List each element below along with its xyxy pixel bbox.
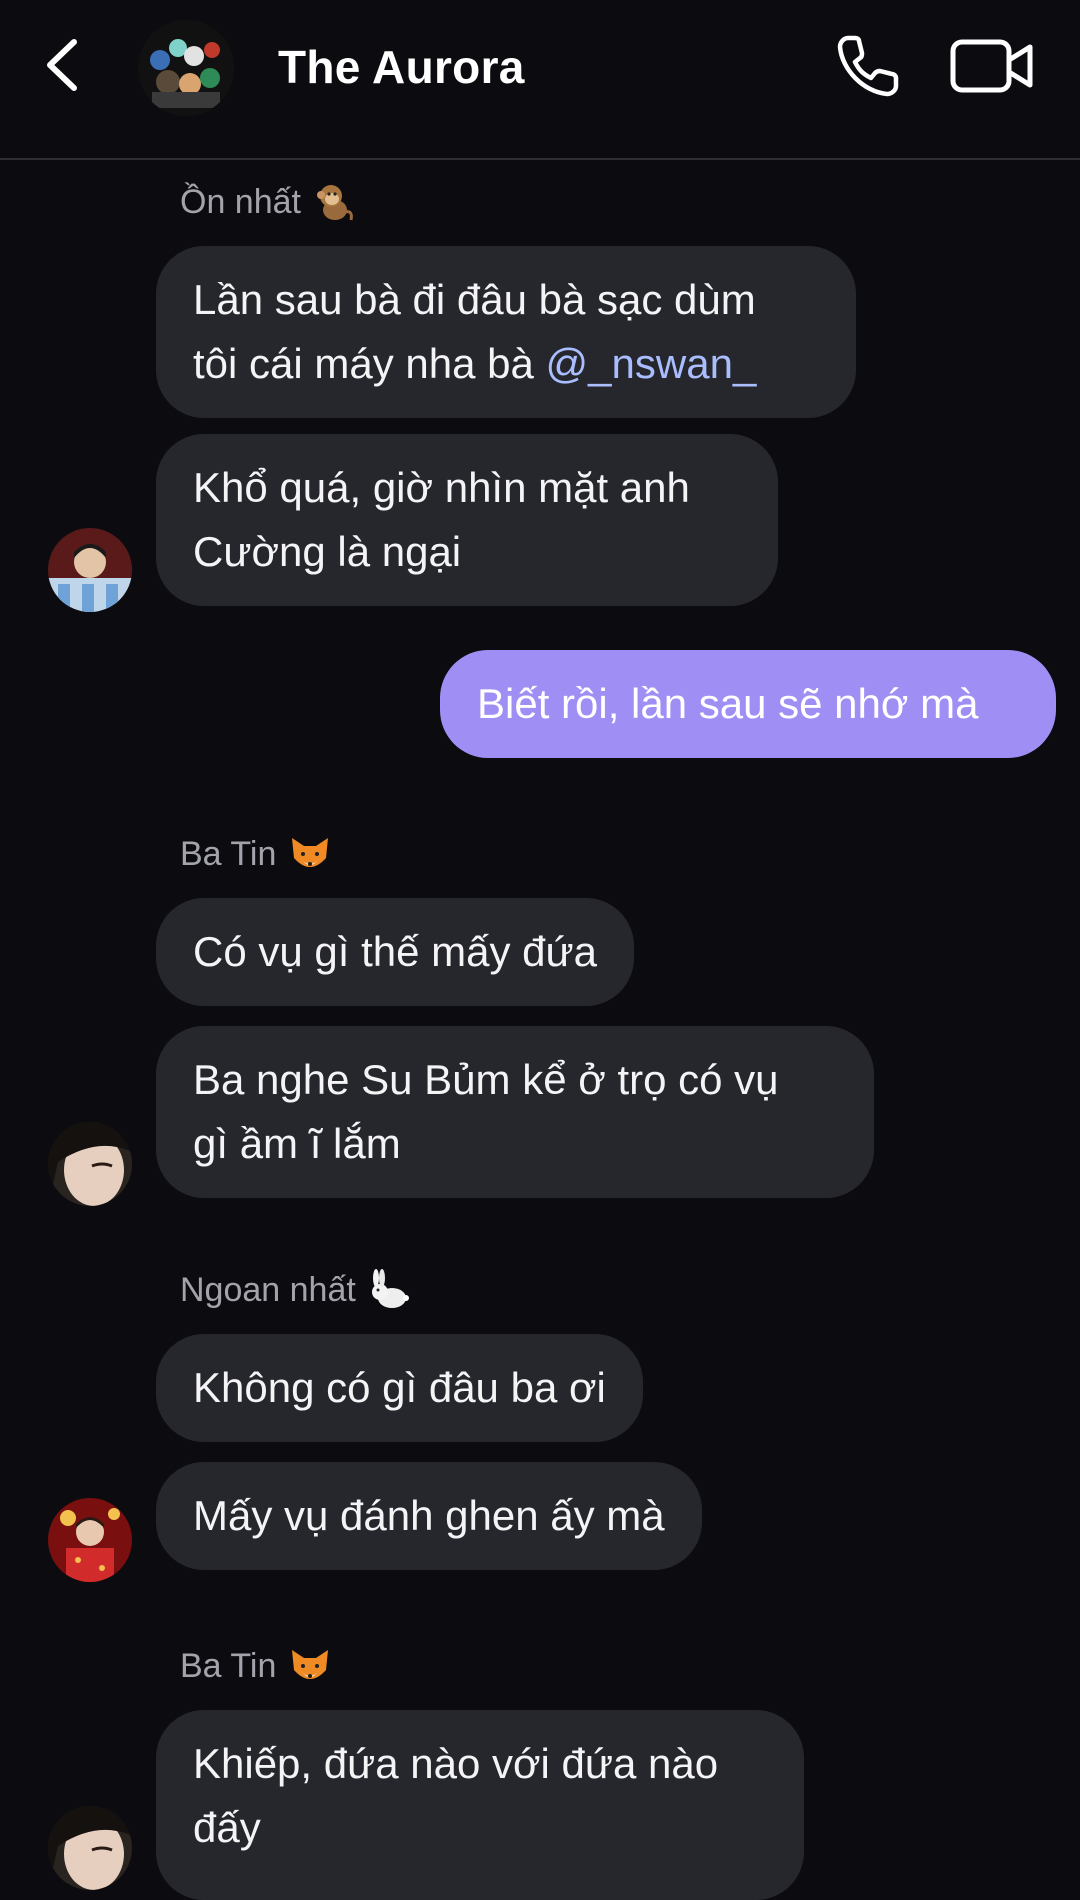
message-text: gì ầm ĩ lắm (193, 1120, 401, 1167)
group-avatar[interactable] (138, 20, 234, 116)
message-bubble[interactable]: Có vụ gì thế mấy đứa (156, 898, 634, 1006)
message-text: Có vụ gì thế mấy đứa (193, 928, 597, 975)
fox-emoji-icon (292, 838, 329, 867)
back-button[interactable] (40, 30, 90, 100)
message-text: Khổ quá, giờ nhìn mặt anh (193, 464, 690, 511)
sender-name: Ba Tin (180, 832, 332, 876)
video-call-button[interactable] (950, 36, 1034, 96)
phone-icon (837, 35, 899, 97)
message-text: tôi cái máy nha bà @_nswan_ (193, 340, 757, 387)
avatar[interactable] (48, 1122, 132, 1206)
message-text: Khiếp, đứa nào với đứa nào (193, 1740, 719, 1787)
chevron-left-icon (47, 39, 77, 91)
sender-name: Ba Tin (180, 1644, 332, 1688)
message-text: Cường là ngại (193, 528, 462, 575)
message-bubble[interactable]: Lần sau bà đi đâu bà sạc dùm tôi cái máy… (156, 246, 856, 418)
message-text: Biết rồi, lần sau sẽ nhớ mà (477, 680, 979, 727)
sender-name: Ngoan nhất (180, 1268, 412, 1312)
message-bubble[interactable]: Khổ quá, giờ nhìn mặt anh Cường là ngại (156, 434, 778, 606)
sender-name: Ồn nhất (180, 180, 357, 224)
chat-header: The Aurora (0, 0, 1080, 160)
message-text: Mấy vụ đánh ghen ấy mà (193, 1492, 665, 1539)
message-text: Lần sau bà đi đâu bà sạc dùm (193, 276, 756, 323)
chat-title[interactable]: The Aurora (278, 40, 525, 94)
rabbit-emoji-icon (371, 1269, 409, 1308)
video-camera-icon (950, 39, 1033, 93)
message-bubble[interactable]: Khiếp, đứa nào với đứa nào đấy (156, 1710, 804, 1900)
voice-call-button[interactable] (834, 30, 904, 100)
message-text: Ba nghe Su Bủm kể ở trọ có vụ (193, 1056, 779, 1103)
message-bubble[interactable]: Ba nghe Su Bủm kể ở trọ có vụ gì ầm ĩ lắ… (156, 1026, 874, 1198)
message-bubble[interactable]: Mấy vụ đánh ghen ấy mà (156, 1462, 702, 1570)
avatar[interactable] (48, 1806, 132, 1890)
monkey-emoji-icon (316, 185, 353, 221)
fox-emoji-icon (292, 1650, 329, 1679)
message-bubble[interactable]: Không có gì đâu ba ơi (156, 1334, 643, 1442)
avatar[interactable] (48, 1498, 132, 1582)
avatar[interactable] (48, 528, 132, 612)
my-message-bubble[interactable]: Biết rồi, lần sau sẽ nhớ mà (440, 650, 1056, 758)
message-text: đấy (193, 1804, 261, 1851)
user-mention[interactable]: @_nswan_ (546, 340, 757, 387)
message-text: Không có gì đâu ba ơi (193, 1364, 606, 1411)
